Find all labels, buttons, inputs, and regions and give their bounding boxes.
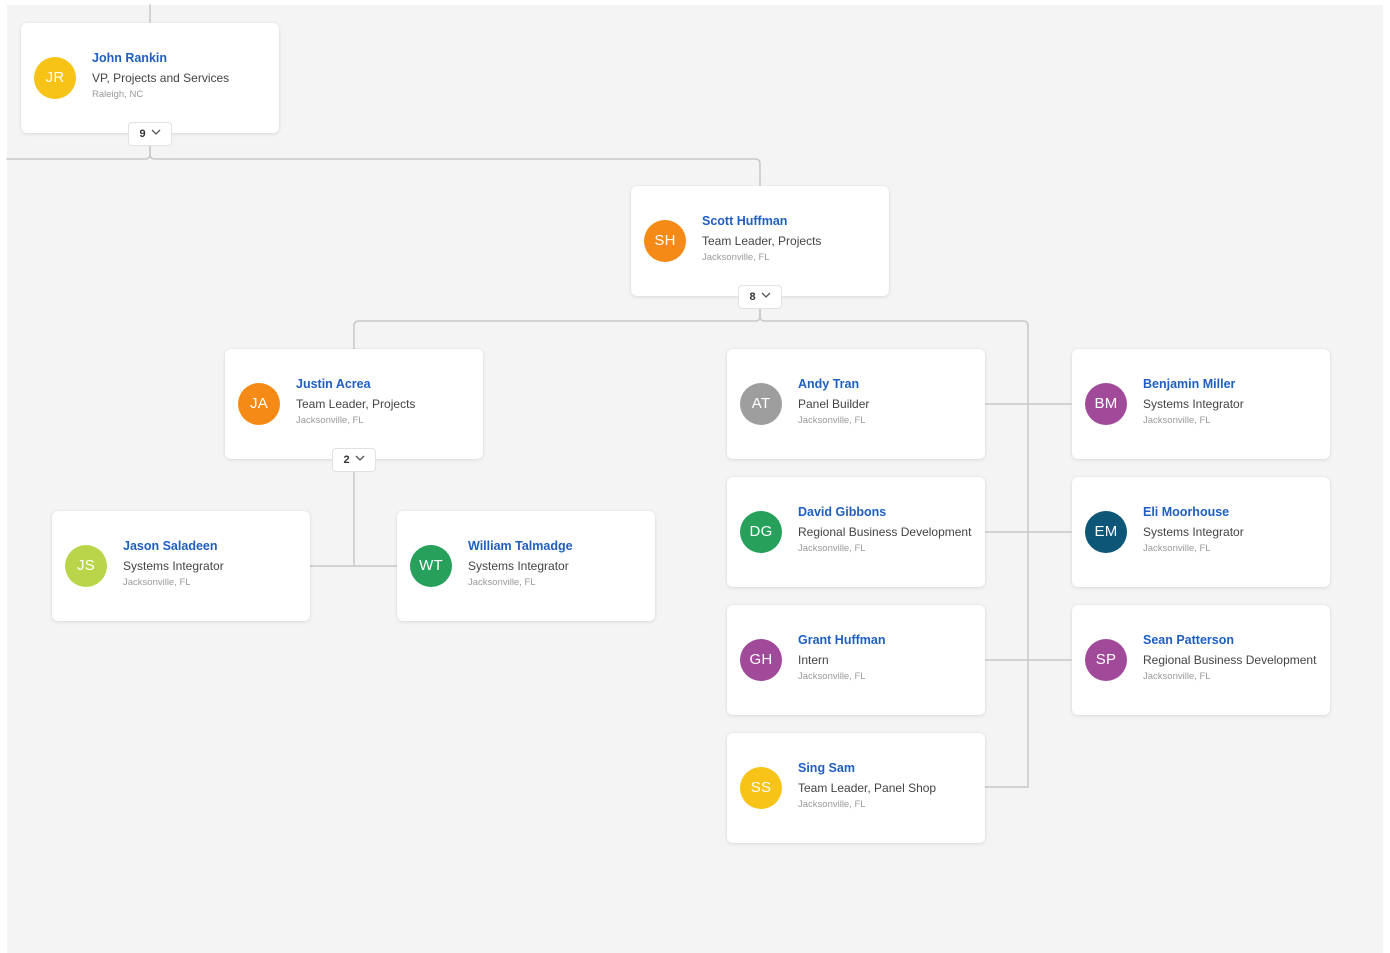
employee-location: Jacksonville, FL: [296, 415, 364, 426]
org-card-sean-patterson[interactable]: SP Sean Patterson Regional Business Deve…: [1072, 605, 1330, 715]
employee-location: Jacksonville, FL: [1143, 671, 1211, 682]
expand-toggle-john-rankin[interactable]: 9: [128, 122, 172, 146]
employee-location: Jacksonville, FL: [468, 577, 536, 588]
avatar: SS: [740, 767, 782, 809]
org-card-benjamin-miller[interactable]: BM Benjamin Miller Systems Integrator Ja…: [1072, 349, 1330, 459]
card-info: Jason Saladeen Systems Integrator Jackso…: [123, 538, 298, 589]
employee-title: Team Leader, Projects: [702, 234, 822, 248]
expand-toggle-justin-acrea[interactable]: 2: [332, 448, 376, 472]
avatar: WT: [410, 545, 452, 587]
card-info: Eli Moorhouse Systems Integrator Jackson…: [1143, 504, 1318, 555]
employee-title: Team Leader, Projects: [296, 397, 416, 411]
card-info: John Rankin VP, Projects and Services Ra…: [92, 50, 267, 101]
employee-name[interactable]: David Gibbons: [798, 504, 973, 520]
org-card-justin-acrea[interactable]: JA Justin Acrea Team Leader, Projects Ja…: [225, 349, 483, 459]
employee-location: Jacksonville, FL: [1143, 543, 1211, 554]
chevron-down-icon: [355, 455, 365, 461]
employee-title: Systems Integrator: [123, 559, 224, 573]
employee-title: Systems Integrator: [1143, 397, 1244, 411]
employee-name[interactable]: Eli Moorhouse: [1143, 504, 1318, 520]
direct-reports-count: 9: [139, 128, 146, 140]
chevron-down-icon: [761, 292, 771, 298]
avatar: JA: [238, 383, 280, 425]
card-info: Scott Huffman Team Leader, Projects Jack…: [702, 213, 877, 264]
employee-title: Intern: [798, 653, 829, 667]
employee-title: Systems Integrator: [1143, 525, 1244, 539]
avatar: DG: [740, 511, 782, 553]
avatar: EM: [1085, 511, 1127, 553]
org-card-jason-saladeen[interactable]: JS Jason Saladeen Systems Integrator Jac…: [52, 511, 310, 621]
avatar: SP: [1085, 639, 1127, 681]
card-info: Justin Acrea Team Leader, Projects Jacks…: [296, 376, 471, 427]
employee-location: Raleigh, NC: [92, 89, 144, 100]
card-info: Sean Patterson Regional Business Develop…: [1143, 632, 1318, 683]
org-card-andy-tran[interactable]: AT Andy Tran Panel Builder Jacksonville,…: [727, 349, 985, 459]
employee-location: Jacksonville, FL: [123, 577, 191, 588]
avatar: SH: [644, 220, 686, 262]
card-info: Andy Tran Panel Builder Jacksonville, FL: [798, 376, 973, 427]
employee-name[interactable]: Benjamin Miller: [1143, 376, 1318, 392]
employee-name[interactable]: Sing Sam: [798, 760, 973, 776]
employee-location: Jacksonville, FL: [798, 671, 866, 682]
avatar: JS: [65, 545, 107, 587]
org-card-scott-huffman[interactable]: SH Scott Huffman Team Leader, Projects J…: [631, 186, 889, 296]
avatar: AT: [740, 383, 782, 425]
direct-reports-count: 2: [343, 454, 350, 466]
employee-name[interactable]: Sean Patterson: [1143, 632, 1318, 648]
employee-title: Panel Builder: [798, 397, 870, 411]
card-info: Benjamin Miller Systems Integrator Jacks…: [1143, 376, 1318, 427]
employee-title: VP, Projects and Services: [92, 71, 230, 85]
card-info: Grant Huffman Intern Jacksonville, FL: [798, 632, 973, 683]
employee-location: Jacksonville, FL: [798, 415, 866, 426]
employee-name[interactable]: Justin Acrea: [296, 376, 471, 392]
org-card-grant-huffman[interactable]: GH Grant Huffman Intern Jacksonville, FL: [727, 605, 985, 715]
org-card-david-gibbons[interactable]: DG David Gibbons Regional Business Devel…: [727, 477, 985, 587]
employee-title: Regional Business Development: [1143, 653, 1317, 667]
employee-name[interactable]: William Talmadge: [468, 538, 643, 554]
card-info: David Gibbons Regional Business Developm…: [798, 504, 973, 555]
avatar: JR: [34, 57, 76, 99]
employee-name[interactable]: John Rankin: [92, 50, 267, 66]
employee-name[interactable]: Grant Huffman: [798, 632, 973, 648]
avatar: BM: [1085, 383, 1127, 425]
employee-location: Jacksonville, FL: [798, 543, 866, 554]
employee-name[interactable]: Andy Tran: [798, 376, 973, 392]
card-info: William Talmadge Systems Integrator Jack…: [468, 538, 643, 589]
employee-name[interactable]: Jason Saladeen: [123, 538, 298, 554]
org-card-sing-sam[interactable]: SS Sing Sam Team Leader, Panel Shop Jack…: [727, 733, 985, 843]
employee-title: Systems Integrator: [468, 559, 569, 573]
employee-title: Regional Business Development: [798, 525, 972, 539]
org-card-john-rankin[interactable]: JR John Rankin VP, Projects and Services…: [21, 23, 279, 133]
employee-name[interactable]: Scott Huffman: [702, 213, 877, 229]
org-card-eli-moorhouse[interactable]: EM Eli Moorhouse Systems Integrator Jack…: [1072, 477, 1330, 587]
employee-location: Jacksonville, FL: [702, 252, 770, 263]
employee-title: Team Leader, Panel Shop: [798, 781, 937, 795]
direct-reports-count: 8: [749, 291, 756, 303]
chevron-down-icon: [151, 129, 161, 135]
org-card-william-talmadge[interactable]: WT William Talmadge Systems Integrator J…: [397, 511, 655, 621]
employee-location: Jacksonville, FL: [1143, 415, 1211, 426]
expand-toggle-scott-huffman[interactable]: 8: [738, 285, 782, 309]
card-info: Sing Sam Team Leader, Panel Shop Jackson…: [798, 760, 973, 811]
employee-location: Jacksonville, FL: [798, 799, 866, 810]
avatar: GH: [740, 639, 782, 681]
